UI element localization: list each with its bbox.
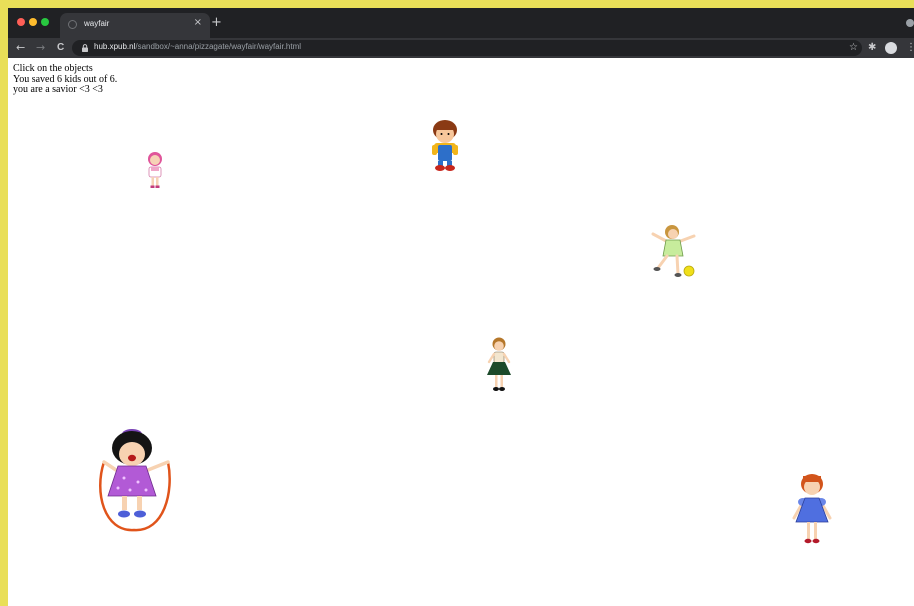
browser-menu-icon[interactable]: ⋮ <box>906 41 914 55</box>
kid-skirt-girl[interactable] <box>484 335 514 395</box>
kid-pink-girl[interactable] <box>145 150 165 190</box>
close-window-button[interactable] <box>17 18 25 26</box>
kid-overalls-boy[interactable] <box>427 118 463 172</box>
profile-avatar[interactable] <box>885 42 897 54</box>
browser-window: wayfair × + ← → C hub.xpub.nl/sandbox/~a… <box>8 8 914 606</box>
kid-ball-girl[interactable] <box>648 220 700 282</box>
reload-button[interactable]: C <box>57 40 64 56</box>
page-content: Click on the objects You saved 6 kids ou… <box>8 58 914 606</box>
toolbar: ← → C hub.xpub.nl/sandbox/~anna/pizzagat… <box>8 38 914 58</box>
back-button[interactable]: ← <box>16 40 25 56</box>
kid-jumprope-girl[interactable] <box>94 422 178 534</box>
address-bar[interactable]: hub.xpub.nl/sandbox/~anna/pizzagate/wayf… <box>72 40 862 56</box>
url-path: /sandbox/~anna/pizzagate/wayfair/wayfair… <box>135 42 302 51</box>
kid-bluedress-girl[interactable] <box>790 472 834 548</box>
url-host: hub.xpub.nl <box>94 42 136 51</box>
tab-title: wayfair <box>84 19 110 28</box>
lock-icon <box>82 44 88 52</box>
zoom-window-button[interactable] <box>41 18 49 26</box>
message-block: Click on the objects You saved 6 kids ou… <box>13 63 117 96</box>
forward-button[interactable]: → <box>36 40 45 56</box>
new-tab-button[interactable]: + <box>211 16 222 29</box>
loading-icon <box>68 20 77 29</box>
result-text: you are a savior <3 <3 <box>13 84 103 95</box>
minimize-window-button[interactable] <box>29 18 37 26</box>
extensions-icon[interactable]: ✱ <box>868 41 876 55</box>
tab-close-icon[interactable]: × <box>194 17 202 29</box>
bookmark-star-icon[interactable]: ☆ <box>849 40 858 56</box>
tab-search-icon[interactable] <box>906 19 914 27</box>
tab-bar: wayfair × + <box>8 8 914 38</box>
tab-wayfair[interactable]: wayfair × <box>60 13 210 38</box>
instruction-text: Click on the objects <box>13 63 93 74</box>
url-text[interactable]: hub.xpub.nl/sandbox/~anna/pizzagate/wayf… <box>94 42 301 51</box>
